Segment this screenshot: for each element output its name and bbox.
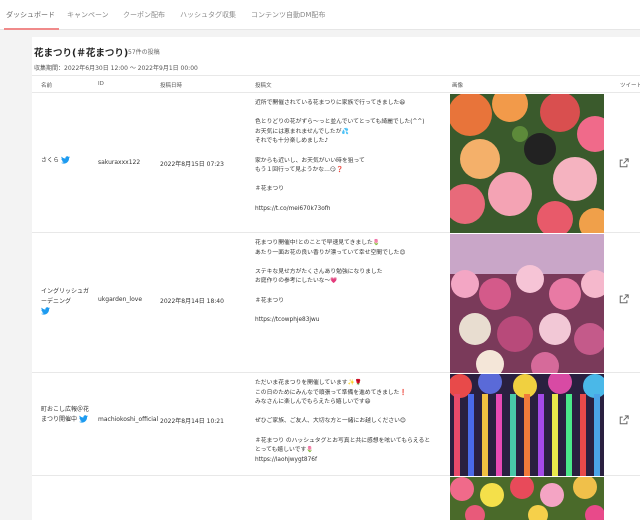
twitter-bird-icon[interactable] — [61, 156, 71, 164]
post-line: この日のためにみんなで頑張って準備を進めてきました❗ — [255, 389, 407, 396]
post-line: ＃花まつり — [255, 297, 284, 304]
post-line: https://tcowphje83jwu — [255, 316, 320, 323]
post-line: みなさんに楽しんでもらえたら嬉しいです😄 — [255, 399, 371, 406]
table-row: さくら sakuraxxx122 2022年8月15日 07:23 近所で開催さ… — [32, 93, 640, 233]
top-tab-bar: ダッシュボード キャンペーン クーポン配布 ハッシュタグ収集 コンテンツ自動DM… — [0, 0, 640, 30]
twitter-bird-icon[interactable] — [41, 307, 50, 315]
tab-dashboard[interactable]: ダッシュボード — [4, 0, 59, 30]
post-line — [255, 287, 447, 297]
post-line: もう１回行って見ようかな…😏❓ — [255, 167, 344, 174]
post-date: 2022年8月14日 18:40 — [160, 298, 224, 305]
post-line — [255, 258, 447, 268]
post-line: ステキな見せ方がたくさんあり勉強になりました — [255, 268, 383, 275]
post-line — [255, 176, 447, 186]
post-line: お庭作りの参考にしたいな〜💗 — [255, 278, 338, 285]
post-line: https://t.co/mei670k73ofh — [255, 205, 331, 212]
external-link-icon[interactable] — [619, 158, 629, 168]
post-image[interactable] — [450, 234, 604, 373]
post-line: とっても嬉しいです🌷 — [255, 447, 314, 454]
post-line: お天気には恵まれませんでしたが💦 — [255, 128, 349, 135]
post-text: 花まつり開催中!とのことで早速見てきました🌷 あたり一面お花の良い香りが漂ってい… — [255, 239, 447, 325]
table-row — [32, 476, 640, 520]
post-line — [255, 427, 447, 437]
post-line: それでも十分楽しめました♪ — [255, 138, 329, 145]
user-name-cell: 町おこし広報＠花まつり開催中 — [41, 405, 89, 425]
column-header-id: ID — [98, 81, 104, 87]
user-id: machiokoshi_official — [98, 416, 159, 423]
table-header: 名前 ID 投稿日時 投稿文 画像 ツイート — [32, 75, 640, 93]
table-row: 町おこし広報＠花まつり開催中 machiokoshi_official 2022… — [32, 373, 640, 476]
column-header-date: 投稿日時 — [160, 83, 183, 89]
tab-content-dm[interactable]: コンテンツ自動DM配布 — [251, 0, 325, 30]
post-line: 家からも近いし、お天気がいい時を狙って — [255, 157, 365, 164]
external-link-icon[interactable] — [619, 294, 629, 304]
page-title: 花まつり(＃花まつり) — [34, 48, 129, 59]
main-panel: 花まつり(＃花まつり) 57件の投稿 収集期間：2022年6月30日 12:00… — [32, 37, 640, 520]
post-line: ＃花まつり のハッシュタグとお写真と共に感想を呟いてもらえると — [255, 437, 431, 444]
tab-hashtag-collect[interactable]: ハッシュタグ収集 — [180, 0, 236, 30]
post-line — [255, 109, 447, 119]
table-row: イングリッシュガーデニング ukgarden_love 2022年8月14日 1… — [32, 233, 640, 373]
post-line: 近所で開催されている花まつりに家族で行ってきました😆 — [255, 100, 406, 106]
post-text: 近所で開催されている花まつりに家族で行ってきました😆 色とりどりの花がずら〜っと… — [255, 99, 447, 214]
column-header-image: 画像 — [452, 83, 464, 89]
twitter-bird-icon[interactable] — [79, 415, 89, 423]
post-line — [255, 147, 447, 157]
post-date: 2022年8月14日 10:21 — [160, 418, 224, 425]
post-line — [255, 195, 447, 205]
column-header-text: 投稿文 — [255, 83, 272, 89]
post-text: ただいま花まつりを開催しています✨🌹 この日のためにみんなで頑張って準備を進めて… — [255, 379, 447, 465]
user-name: イングリッシュガーデニング — [41, 288, 90, 305]
post-date: 2022年8月15日 07:23 — [160, 161, 224, 168]
tab-campaign[interactable]: キャンペーン — [67, 0, 109, 30]
post-line: 花まつり開催中!とのことで早速見てきました🌷 — [255, 240, 381, 246]
post-line: ただいま花まつりを開催しています✨🌹 — [255, 380, 363, 386]
user-name-cell: さくら — [41, 156, 89, 166]
user-name: さくら — [41, 157, 60, 164]
post-count: 57件の投稿 — [128, 49, 160, 56]
user-id: ukgarden_love — [98, 296, 143, 303]
user-name-cell: イングリッシュガーデニング — [41, 287, 89, 317]
external-link-icon[interactable] — [619, 415, 629, 425]
post-line — [255, 408, 447, 418]
post-image[interactable] — [450, 374, 604, 476]
collection-period: 収集期間：2022年6月30日 12:00 ～ 2022年9月1日 00:00 — [34, 65, 198, 72]
column-header-name: 名前 — [41, 83, 53, 89]
post-line: あたり一面お花の良い香りが漂っていて幸せ空間でした😊 — [255, 249, 406, 256]
tab-coupon[interactable]: クーポン配布 — [123, 0, 165, 30]
post-line: 色とりどりの花がずら〜っと並んでいてとっても綺麗でした(^^) — [255, 119, 425, 126]
post-line: https://laohjwygt876f — [255, 456, 318, 463]
post-line: ＃花まつり — [255, 186, 284, 193]
post-image[interactable] — [450, 94, 604, 233]
column-header-tweet: ツイート — [620, 83, 640, 89]
post-image[interactable] — [450, 477, 604, 520]
post-line — [255, 306, 447, 316]
user-id: sakuraxxx122 — [98, 159, 141, 166]
post-line: ぜひご家族、ご友人、大切な方と一緒にお越しください😊 — [255, 418, 406, 425]
